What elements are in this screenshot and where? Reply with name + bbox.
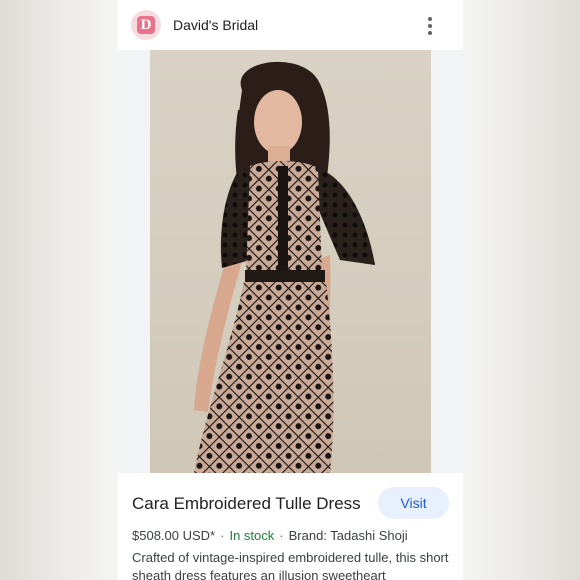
product-card: D David's Bridal Cara Embroidered Tulle … bbox=[118, 0, 463, 580]
site-logo[interactable]: D bbox=[131, 10, 161, 40]
brand: Brand: Tadashi Shoji bbox=[288, 528, 408, 543]
product-image[interactable] bbox=[150, 50, 431, 473]
product-meta: $508.00 USD* · In stock · Brand: Tadashi Sho… bbox=[132, 528, 408, 543]
background-right bbox=[463, 0, 580, 580]
product-title[interactable]: Cara Embroidered Tulle Dress bbox=[132, 494, 361, 514]
price: $508.00 USD* bbox=[132, 528, 216, 543]
card-header: D David's Bridal bbox=[118, 0, 463, 50]
more-vert-icon[interactable] bbox=[420, 15, 440, 37]
stock-status: In stock bbox=[229, 528, 275, 543]
dress-illustration bbox=[194, 61, 375, 473]
separator: · bbox=[220, 528, 225, 543]
menu-dot bbox=[428, 17, 432, 21]
product-description: Crafted of vintage-inspired embroidered … bbox=[132, 550, 449, 580]
site-name[interactable]: David's Bridal bbox=[173, 17, 258, 33]
separator: · bbox=[279, 528, 284, 543]
logo-mark: D bbox=[137, 16, 155, 34]
menu-dot bbox=[428, 24, 432, 28]
background-left bbox=[0, 0, 118, 580]
menu-dot bbox=[428, 31, 432, 35]
visit-button[interactable]: Visit bbox=[378, 487, 449, 519]
product-image-area bbox=[118, 50, 463, 473]
